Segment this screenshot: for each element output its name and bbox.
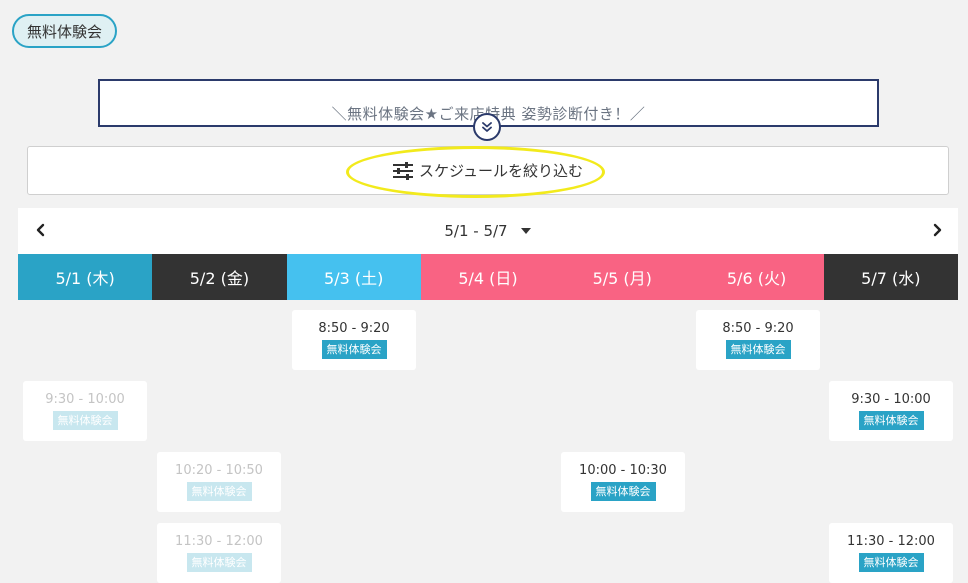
prev-week-button[interactable] <box>34 221 48 243</box>
slot-time: 9:30 - 10:00 <box>45 391 125 407</box>
week-navigation: 5/1 - 5/7 <box>18 208 958 254</box>
filter-schedule-label: スケジュールを絞り込む <box>419 162 583 180</box>
chevron-left-icon <box>36 223 45 237</box>
slot-time: 11:30 - 12:00 <box>175 533 263 549</box>
next-week-button[interactable] <box>930 221 944 243</box>
slot-label: 無料体験会 <box>52 410 118 431</box>
slot-label: 無料体験会 <box>186 552 252 573</box>
slot-label: 無料体験会 <box>590 481 656 502</box>
slot-label: 無料体験会 <box>321 339 387 360</box>
category-tag[interactable]: 無料体験会 <box>12 14 117 48</box>
schedule-slot[interactable]: 11:30 - 12:00 無料体験会 <box>157 523 281 583</box>
slot-time: 11:30 - 12:00 <box>847 533 935 549</box>
schedule-slot[interactable]: 10:20 - 10:50 無料体験会 <box>157 452 281 512</box>
caret-down-icon <box>520 227 532 235</box>
week-range-label: 5/1 - 5/7 <box>444 222 508 240</box>
schedule-slot[interactable]: 11:30 - 12:00 無料体験会 <box>829 523 953 583</box>
slot-label: 無料体験会 <box>186 481 252 502</box>
day-header: 5/3 (土) <box>286 254 421 300</box>
day-label: 5/2 (金) <box>189 269 250 288</box>
slot-time: 10:00 - 10:30 <box>579 462 667 478</box>
slot-label: 無料体験会 <box>858 552 924 573</box>
day-header: 5/5 (月) <box>555 254 690 300</box>
schedule-slot[interactable]: 10:00 - 10:30 無料体験会 <box>561 452 685 512</box>
day-header: 5/1 (木) <box>18 254 153 300</box>
day-header: 5/2 (金) <box>152 254 287 300</box>
slot-label: 無料体験会 <box>858 410 924 431</box>
day-label: 5/6 (火) <box>726 269 787 288</box>
day-label: 5/5 (月) <box>592 269 652 288</box>
category-tag-label: 無料体験会 <box>26 22 102 41</box>
schedule-slot[interactable]: 8:50 - 9:20 無料体験会 <box>292 310 416 370</box>
day-label: 5/1 (木) <box>55 269 115 288</box>
day-label: 5/4 (日) <box>458 269 518 288</box>
slot-time: 10:20 - 10:50 <box>175 462 263 478</box>
day-header-row: 5/1 (木) 5/2 (金) 5/3 (土) 5/4 (日) 5/5 (月) … <box>18 254 958 300</box>
slot-time: 9:30 - 10:00 <box>851 391 931 407</box>
slot-time: 8:50 - 9:20 <box>318 320 390 336</box>
slot-label: 無料体験会 <box>725 339 791 360</box>
sliders-icon <box>393 161 414 180</box>
expand-banner-button[interactable] <box>473 113 501 141</box>
day-label: 5/7 (水) <box>861 269 921 288</box>
chevron-right-icon <box>933 223 942 237</box>
day-header: 5/7 (水) <box>823 254 958 300</box>
day-header: 5/6 (火) <box>689 254 824 300</box>
schedule-slot[interactable]: 8:50 - 9:20 無料体験会 <box>696 310 820 370</box>
day-label: 5/3 (土) <box>324 269 384 288</box>
double-chevron-down-icon <box>482 122 492 132</box>
schedule-slot[interactable]: 9:30 - 10:00 無料体験会 <box>829 381 953 441</box>
filter-schedule-button[interactable]: スケジュールを絞り込む <box>27 146 949 195</box>
schedule-slot[interactable]: 9:30 - 10:00 無料体験会 <box>23 381 147 441</box>
week-range-select[interactable]: 5/1 - 5/7 <box>444 222 531 240</box>
day-header: 5/4 (日) <box>420 254 556 300</box>
slot-time: 8:50 - 9:20 <box>722 320 794 336</box>
